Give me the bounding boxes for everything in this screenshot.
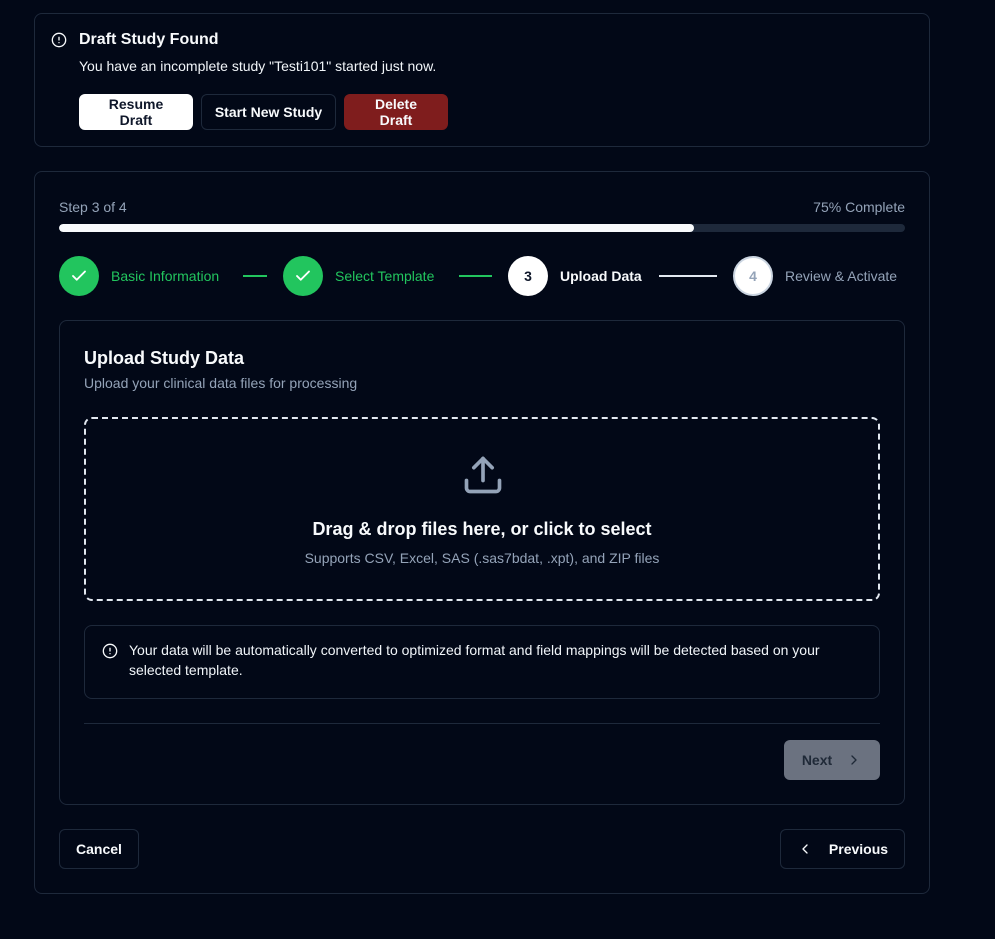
progress-bar — [59, 224, 905, 232]
step-4-circle: 4 — [733, 256, 773, 296]
step-2-circle — [283, 256, 323, 296]
check-icon — [296, 270, 310, 281]
stepper: Basic Information Select Template 3 Uplo… — [59, 256, 905, 298]
file-dropzone[interactable]: Drag & drop files here, or click to sele… — [84, 417, 880, 601]
check-icon — [72, 270, 86, 281]
dropzone-supported-formats: Supports CSV, Excel, SAS (.sas7bdat, .xp… — [304, 550, 660, 566]
step-connector-3 — [659, 275, 717, 277]
percent-complete: 75% Complete — [813, 199, 905, 215]
draft-alert-actions: Resume Draft Start New Study Delete Draf… — [79, 94, 448, 130]
next-button-label: Next — [801, 752, 833, 768]
alert-circle-icon — [51, 32, 67, 48]
cancel-button[interactable]: Cancel — [59, 829, 139, 869]
draft-alert: Draft Study Found You have an incomplete… — [34, 13, 930, 147]
dropzone-title: Drag & drop files here, or click to sele… — [312, 519, 652, 539]
conversion-info-text: Your data will be automatically converte… — [129, 642, 820, 678]
conversion-info-alert: Your data will be automatically converte… — [84, 625, 880, 699]
step-select-template: Select Template — [283, 256, 434, 296]
study-wizard-card: Step 3 of 4 75% Complete Basic Informati… — [34, 171, 930, 894]
step-connector-1 — [243, 275, 267, 277]
delete-draft-button[interactable]: Delete Draft — [344, 94, 448, 130]
step-connector-2 — [459, 275, 492, 277]
previous-button-label: Previous — [828, 841, 889, 857]
step-basic-information: Basic Information — [59, 256, 219, 296]
step-counter: Step 3 of 4 — [59, 199, 127, 215]
chevron-left-icon — [802, 844, 808, 854]
upload-panel: Upload Study Data Upload your clinical d… — [59, 320, 905, 805]
step-1-label: Basic Information — [111, 268, 220, 284]
draft-alert-title: Draft Study Found — [79, 31, 219, 48]
step-3-circle: 3 — [508, 256, 548, 296]
step-upload-data: 3 Upload Data — [508, 256, 642, 296]
progress-bar-fill — [59, 224, 694, 232]
step-2-label: Select Template — [335, 268, 435, 284]
draft-alert-message: You have an incomplete study "Testi101" … — [79, 58, 437, 74]
resume-draft-button[interactable]: Resume Draft — [79, 94, 193, 130]
step-1-circle — [59, 256, 99, 296]
previous-button[interactable]: Previous — [780, 829, 905, 869]
divider — [84, 723, 880, 724]
upload-subtitle: Upload your clinical data files for proc… — [84, 375, 358, 391]
upload-title: Upload Study Data — [84, 348, 245, 368]
step-4-label: Review & Activate — [785, 268, 898, 284]
next-button[interactable]: Next — [784, 740, 880, 780]
chevron-right-icon — [851, 755, 857, 765]
upload-icon — [464, 456, 502, 494]
step-3-label: Upload Data — [560, 268, 642, 284]
alert-circle-icon — [102, 643, 118, 659]
step-review-activate: 4 Review & Activate — [733, 256, 897, 296]
start-new-study-button[interactable]: Start New Study — [201, 94, 336, 130]
